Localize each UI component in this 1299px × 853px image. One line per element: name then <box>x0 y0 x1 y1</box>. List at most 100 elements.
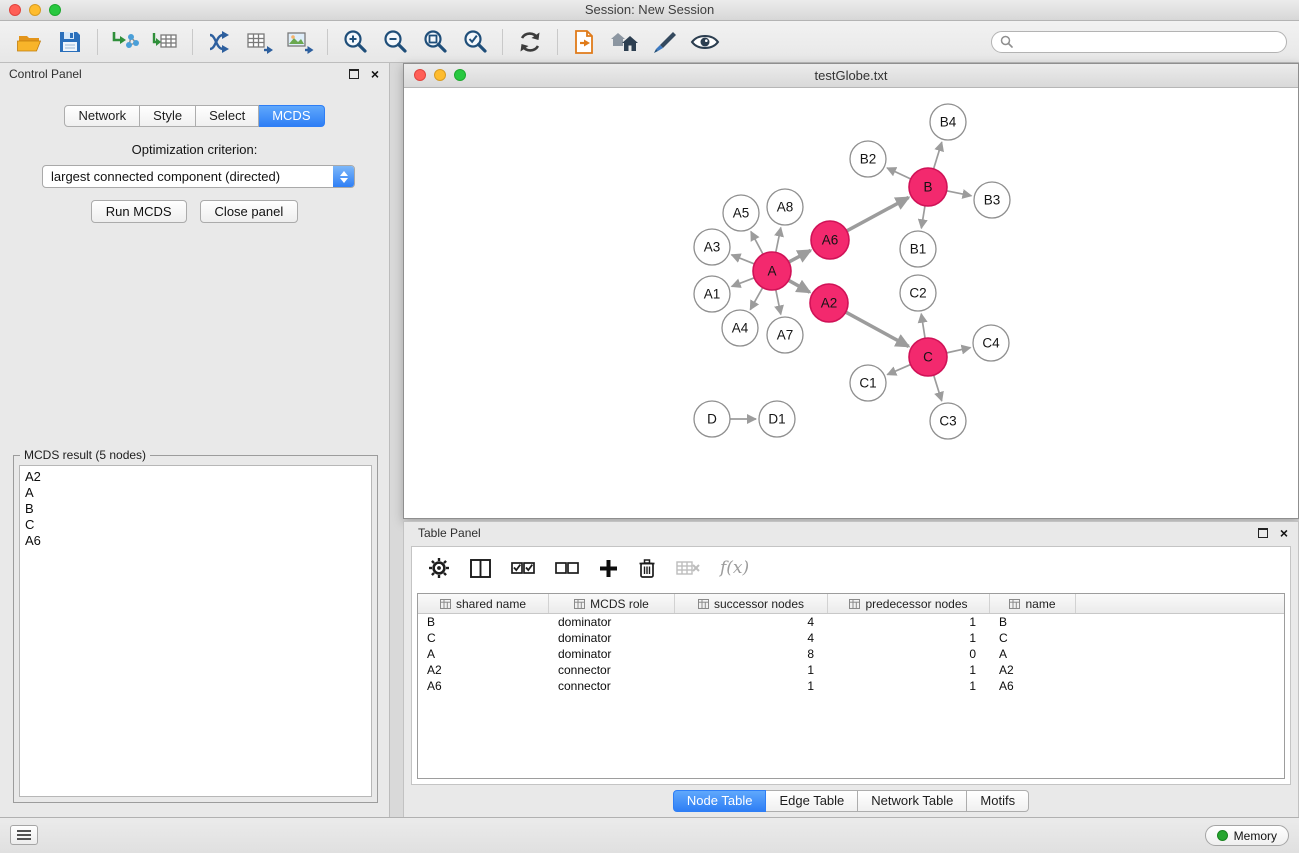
table-row[interactable]: A6connector11A6 <box>418 678 1284 694</box>
graph-edge-A6-B[interactable] <box>847 197 909 230</box>
search-input[interactable] <box>1018 34 1278 50</box>
style-brush-button[interactable] <box>645 24 685 60</box>
add-column-button[interactable] <box>599 559 618 578</box>
control-tab-mcds[interactable]: MCDS <box>259 105 324 127</box>
mcds-result-item[interactable]: A <box>25 485 371 501</box>
graph-edge-A-A2[interactable] <box>789 280 810 292</box>
table-tab-motifs[interactable]: Motifs <box>967 790 1029 812</box>
column-header-predecessor-nodes[interactable]: predecessor nodes <box>828 594 990 613</box>
graph-edge-A-A5[interactable] <box>751 232 763 255</box>
run-mcds-button[interactable]: Run MCDS <box>91 200 187 223</box>
graph-edge-B-B4[interactable] <box>934 142 942 169</box>
import-table-button[interactable] <box>145 24 185 60</box>
table-row[interactable]: Cdominator41C <box>418 630 1284 646</box>
split-column-icon <box>470 559 491 578</box>
mcds-result-title: MCDS result (5 nodes) <box>20 448 150 462</box>
memory-button[interactable]: Memory <box>1205 825 1289 846</box>
control-tab-style[interactable]: Style <box>140 105 196 127</box>
cell-MCDS-role: dominator <box>549 614 675 630</box>
graph-edge-A-A4[interactable] <box>750 288 762 310</box>
graph-node-label: A8 <box>777 200 794 215</box>
select-all-button[interactable] <box>511 560 535 576</box>
graph-edge-A-A1[interactable] <box>732 278 755 287</box>
save-session-button[interactable] <box>50 24 90 60</box>
function-builder-button[interactable]: f(x) <box>720 558 749 578</box>
column-type-icon <box>440 599 451 609</box>
table-tab-edge-table[interactable]: Edge Table <box>766 790 858 812</box>
graph-edge-C-C3[interactable] <box>934 375 942 401</box>
graph-edge-A-A8[interactable] <box>776 228 781 253</box>
table-row[interactable]: Bdominator41B <box>418 614 1284 630</box>
table-tab-network-table[interactable]: Network Table <box>858 790 967 812</box>
graph-edge-C-C2[interactable] <box>921 314 925 338</box>
graph-edge-C-C4[interactable] <box>947 348 971 353</box>
home-button[interactable] <box>605 24 645 60</box>
criterion-dropdown[interactable]: largest connected component (directed) <box>42 165 355 188</box>
trash-icon <box>638 558 656 579</box>
close-table-panel-icon[interactable]: × <box>1280 527 1288 539</box>
graph-edge-B-B1[interactable] <box>921 206 925 229</box>
column-header-successor-nodes[interactable]: successor nodes <box>675 594 828 613</box>
zoom-out-button[interactable] <box>375 24 415 60</box>
delete-column-button[interactable] <box>676 559 700 577</box>
export-image-button[interactable] <box>280 24 320 60</box>
close-panel-button[interactable]: Close panel <box>200 200 299 223</box>
delete-column-icon <box>676 559 700 577</box>
column-header-MCDS-role[interactable]: MCDS role <box>549 594 675 613</box>
graph-edge-A-A6[interactable] <box>789 250 811 262</box>
table-panel-body: f(x) shared name MCDS role successor nodes… <box>411 546 1291 785</box>
export-table-button[interactable] <box>240 24 280 60</box>
column-header-shared-name[interactable]: shared name <box>418 594 549 613</box>
dropdown-stepper-icon <box>333 166 354 187</box>
window-titlebar: Session: New Session <box>0 0 1299 21</box>
mcds-result-item[interactable]: C <box>25 517 371 533</box>
zoom-selected-button[interactable] <box>455 24 495 60</box>
float-table-panel-icon[interactable] <box>1258 528 1268 538</box>
graph-node-label: D <box>707 412 717 427</box>
new-network-button[interactable] <box>200 24 240 60</box>
deselect-all-button[interactable] <box>555 560 579 576</box>
cell-successor-nodes: 8 <box>675 646 828 662</box>
mcds-result-list[interactable]: A2ABCA6 <box>19 465 372 797</box>
graph-edge-C-C1[interactable] <box>887 365 910 375</box>
panel-toggle-button[interactable] <box>10 825 38 845</box>
graph-edge-B-B2[interactable] <box>887 168 911 179</box>
zoom-selected-icon <box>462 28 489 55</box>
eye-icon <box>690 31 720 53</box>
graph-edge-A-A3[interactable] <box>731 255 754 264</box>
zoom-fit-button[interactable] <box>415 24 455 60</box>
column-header-label: shared name <box>456 597 526 611</box>
open-session-button[interactable] <box>10 24 50 60</box>
control-tab-select[interactable]: Select <box>196 105 259 127</box>
column-header-name[interactable]: name <box>990 594 1076 613</box>
mcds-result-item[interactable]: A2 <box>25 469 371 485</box>
zoom-in-icon <box>342 28 369 55</box>
show-graphics-button[interactable] <box>685 24 725 60</box>
mcds-result-item[interactable]: A6 <box>25 533 371 549</box>
cell-successor-nodes: 4 <box>675 614 828 630</box>
graph-edge-A2-C[interactable] <box>846 312 909 346</box>
delete-row-button[interactable] <box>638 558 656 579</box>
cell-predecessor-nodes: 1 <box>828 614 990 630</box>
select-all-icon <box>511 560 535 576</box>
hide-panel-button[interactable] <box>565 24 605 60</box>
network-canvas[interactable]: B4B2BB3A5A8A6B1A3AC2A1A2A4A7C4CC1C3DD1 <box>404 88 1298 518</box>
import-network-button[interactable] <box>105 24 145 60</box>
mcds-result-item[interactable]: B <box>25 501 371 517</box>
table-header-row: shared name MCDS role successor nodes prede… <box>418 594 1284 614</box>
graph-edge-B-B3[interactable] <box>947 191 972 196</box>
column-selector-button[interactable] <box>470 559 491 578</box>
graph-node-label: B2 <box>860 152 877 167</box>
control-tab-network[interactable]: Network <box>64 105 140 127</box>
table-settings-button[interactable] <box>428 557 450 579</box>
column-header-label: predecessor nodes <box>865 597 967 611</box>
float-panel-icon[interactable] <box>349 69 359 79</box>
table-row[interactable]: Adominator80A <box>418 646 1284 662</box>
table-row[interactable]: A2connector11A2 <box>418 662 1284 678</box>
zoom-in-button[interactable] <box>335 24 375 60</box>
graph-edge-A-A7[interactable] <box>776 290 781 315</box>
column-header-label: MCDS role <box>590 597 649 611</box>
close-panel-icon[interactable]: × <box>371 68 379 80</box>
refresh-button[interactable] <box>510 24 550 60</box>
table-tab-node-table[interactable]: Node Table <box>673 790 767 812</box>
